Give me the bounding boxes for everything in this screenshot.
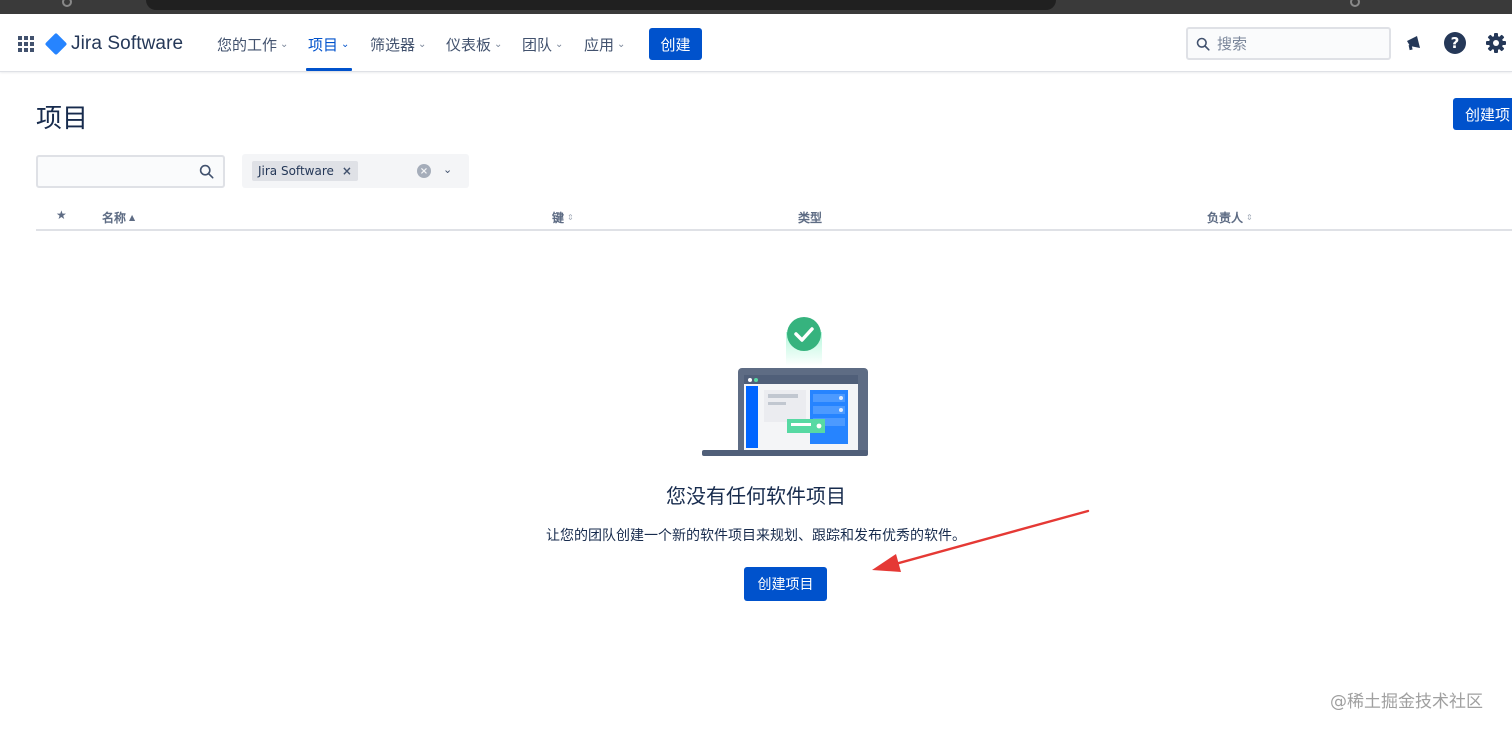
nav-label: 您的工作 (217, 35, 278, 54)
nav-apps[interactable]: 应用 ⌄ (584, 33, 625, 55)
projects-table-header: ★ 名称 ▲ 键 ⇕ 类型 负责人 ⇕ (36, 204, 1512, 231)
nav-label: 筛选器 (370, 35, 416, 54)
chevron-down-icon: ⌄ (617, 38, 626, 50)
remove-chip-icon[interactable]: × (342, 164, 352, 178)
empty-state-illustration (702, 317, 868, 456)
chevron-down-icon: ⌄ (555, 38, 564, 50)
chevron-down-icon: ⌄ (280, 38, 289, 50)
empty-state-create-project-button[interactable]: 创建项目 (744, 567, 827, 601)
column-label: 负责人 (1207, 211, 1244, 225)
nav-projects[interactable]: 项目 ⌄ (308, 33, 349, 55)
column-label: 键 (552, 211, 565, 225)
global-search[interactable] (1186, 27, 1391, 60)
help-button[interactable]: ? (1442, 30, 1468, 56)
browser-extension-icon[interactable] (1350, 0, 1360, 7)
column-type: 类型 (798, 209, 822, 226)
app-name: Jira Software (71, 33, 184, 54)
nav-dashboards[interactable]: 仪表板 ⌄ (446, 33, 502, 55)
notifications-button[interactable] (1401, 30, 1427, 56)
column-label: 类型 (798, 211, 823, 225)
nav-teams[interactable]: 团队 ⌄ (522, 33, 563, 55)
nav-label: 团队 (522, 35, 553, 54)
browser-address-bar[interactable] (146, 0, 1056, 10)
settings-button[interactable] (1483, 30, 1509, 56)
project-search-field[interactable] (36, 155, 225, 188)
chevron-down-icon: ⌄ (494, 38, 503, 50)
search-input[interactable] (1217, 34, 1367, 53)
star-icon: ★ (56, 208, 67, 222)
sort-up-icon: ▲ (129, 213, 136, 222)
sort-icon: ⇕ (1246, 213, 1253, 222)
column-lead[interactable]: 负责人 ⇕ (1207, 209, 1253, 226)
chevron-down-icon[interactable]: ⌄ (443, 163, 452, 176)
column-name[interactable]: 名称 ▲ (102, 209, 135, 226)
jira-diamond-icon (44, 32, 68, 56)
browser-toolbar (0, 0, 1512, 14)
help-icon: ? (1444, 32, 1466, 54)
nav-filters[interactable]: 筛选器 ⌄ (370, 33, 426, 55)
chevron-down-icon: ⌄ (341, 38, 350, 50)
search-icon (1196, 37, 1210, 51)
column-label: 名称 (102, 211, 127, 225)
search-icon (199, 164, 214, 179)
top-navigation: Jira Software 您的工作 ⌄ 项目 ⌄ 筛选器 ⌄ 仪表板 ⌄ 团队… (0, 14, 1512, 72)
sort-icon: ⇕ (567, 213, 574, 222)
empty-state-title: 您没有任何软件项目 (666, 484, 846, 508)
app-switcher-icon[interactable] (18, 36, 35, 53)
watermark: @稀土掘金技术社区 (1330, 692, 1483, 712)
nav-label: 应用 (584, 35, 615, 54)
nav-label: 项目 (308, 35, 339, 54)
empty-state-description: 让您的团队创建一个新的软件项目来规划、跟踪和发布优秀的软件。 (546, 528, 966, 544)
nav-your-work[interactable]: 您的工作 ⌄ (217, 33, 288, 55)
column-key[interactable]: 键 ⇕ (552, 209, 574, 226)
reload-icon[interactable] (62, 0, 72, 7)
create-project-button[interactable]: 创建项目 (1453, 98, 1512, 130)
chip-label: Jira Software (258, 164, 334, 178)
nav-label: 仪表板 (446, 35, 492, 54)
active-nav-indicator (306, 68, 352, 71)
jira-logo[interactable]: Jira Software (44, 31, 184, 57)
product-filter-chip: Jira Software × (252, 161, 358, 181)
megaphone-icon (1407, 36, 1420, 51)
annotation-arrow-icon (872, 509, 1090, 572)
clear-icon[interactable]: × (417, 164, 431, 178)
product-filter-select[interactable]: Jira Software × × ⌄ (242, 154, 469, 188)
page-title: 项目 (36, 104, 89, 134)
chevron-down-icon: ⌄ (418, 38, 427, 50)
create-button[interactable]: 创建 (649, 28, 702, 60)
gear-icon (1486, 33, 1506, 53)
